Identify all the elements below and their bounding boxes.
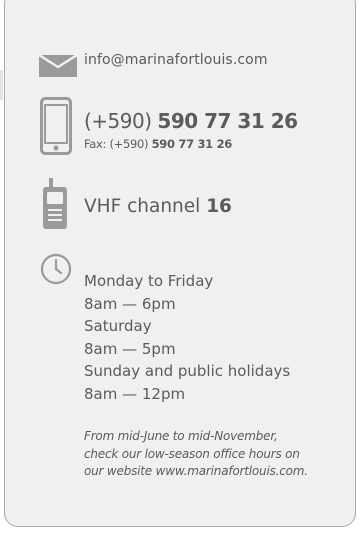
vhf-channel-number: 16: [206, 196, 232, 217]
clock-icon: [40, 253, 72, 285]
phone-digits: 590 77 31 26: [157, 109, 298, 133]
mobile-phone-icon: [40, 97, 72, 155]
phone-number[interactable]: (+590) 590 77 31 26: [84, 109, 298, 133]
fax-digits: 590 77 31 26: [151, 137, 233, 151]
note-line: check our low-season office hours on: [84, 446, 300, 461]
vhf-channel: VHF channel 16: [84, 196, 232, 217]
hours-line: 8am — 5pm: [84, 339, 176, 358]
phone-prefix: (+590): [84, 109, 152, 133]
hours-line: 8am — 12pm: [84, 384, 186, 403]
low-season-note: From mid-June to mid-November, check our…: [84, 428, 352, 481]
edge-tab: [0, 70, 3, 100]
hours-line: Sunday and public holidays: [84, 362, 291, 380]
note-line: our website www.marinafortlouis.com.: [84, 464, 308, 478]
email-link[interactable]: info@marinafortlouis.com: [84, 52, 268, 68]
walkie-talkie-icon: [43, 178, 67, 229]
fax-number: Fax: (+590) 590 77 31 26: [84, 137, 232, 151]
envelope-icon: [39, 55, 77, 77]
hours-line: Saturday: [84, 317, 152, 335]
vhf-label: VHF channel: [84, 196, 201, 217]
note-line: From mid-June to mid-November,: [84, 429, 278, 443]
hours-line: 8am — 6pm: [84, 294, 176, 313]
fax-prefix: Fax: (+590): [84, 137, 149, 151]
hours-line: Monday to Friday: [84, 272, 214, 290]
office-hours: Monday to Friday 8am — 6pm Saturday 8am …: [84, 270, 290, 405]
contact-card: info@marinafortlouis.com (+590) 590 77 3…: [4, 0, 356, 527]
